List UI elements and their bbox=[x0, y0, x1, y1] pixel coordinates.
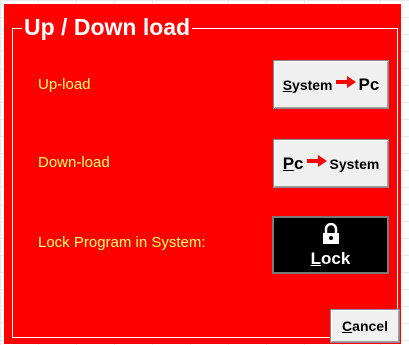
updown-load-panel: Up / Down load Up-load System Pc Down-lo… bbox=[4, 4, 401, 344]
system-text: System bbox=[282, 76, 333, 93]
panel-title: Up / Down load bbox=[22, 13, 193, 41]
pc-text: Pc bbox=[282, 153, 304, 173]
system-to-pc-button[interactable]: System Pc bbox=[273, 60, 389, 109]
padlock-icon bbox=[321, 222, 341, 250]
lock-button[interactable]: Lock bbox=[272, 216, 389, 274]
cancel-button[interactable]: Cancel bbox=[330, 309, 400, 343]
pc-to-system-button[interactable]: Pc System bbox=[273, 139, 389, 188]
upload-label: Up-load bbox=[38, 76, 91, 93]
pc-text: Pc bbox=[358, 74, 380, 94]
right-arrow-icon bbox=[306, 154, 328, 173]
system-text: System bbox=[329, 155, 380, 172]
right-arrow-icon bbox=[335, 75, 357, 94]
lock-program-label: Lock Program in System: bbox=[38, 234, 206, 251]
lock-button-label: Lock bbox=[310, 248, 351, 268]
cancel-button-label: Cancel bbox=[342, 318, 388, 334]
download-label: Down-load bbox=[38, 154, 110, 171]
